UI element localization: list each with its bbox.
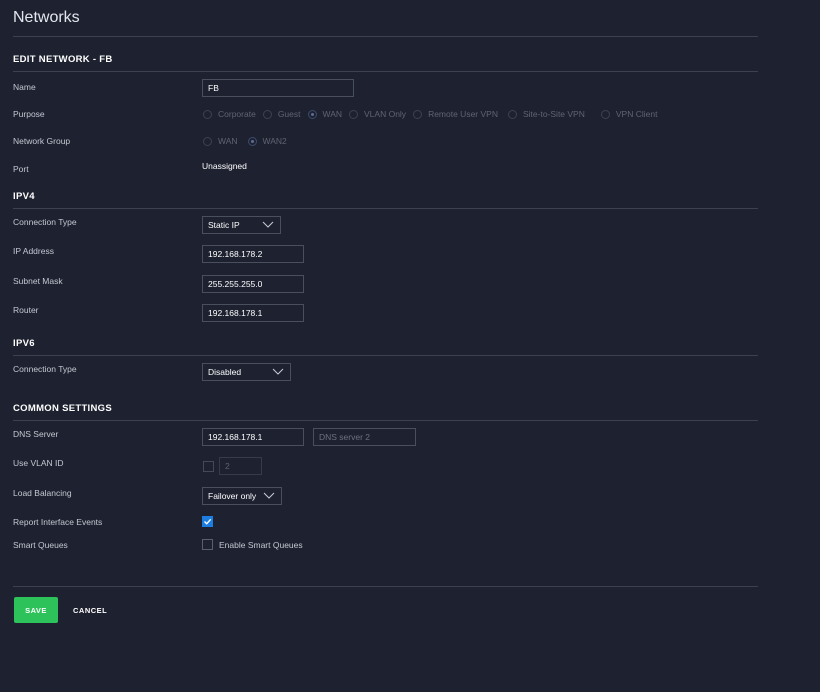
purpose-radio-site-to-site-vpn[interactable]: Site-to-Site VPN [507, 109, 585, 119]
ipv4-connection-type-label: Connection Type [13, 217, 77, 227]
subnet-mask-label: Subnet Mask [13, 276, 63, 286]
purpose-radio-vpn-client[interactable]: VPN Client [600, 109, 657, 119]
purpose-radio-guest[interactable]: Guest [262, 109, 301, 119]
divider [13, 420, 758, 421]
checkmark-icon [204, 518, 212, 525]
chevron-down-icon [263, 492, 275, 499]
ip-address-input[interactable]: 192.168.178.2 [202, 245, 304, 263]
cancel-button[interactable]: CANCEL [68, 597, 112, 623]
divider [13, 355, 758, 356]
section-heading-edit-network: EDIT NETWORK - FB [13, 54, 113, 65]
name-input[interactable]: FB [202, 79, 354, 97]
dns-server-label: DNS Server [13, 429, 59, 439]
report-interface-events-checkbox[interactable] [202, 516, 213, 527]
port-value: Unassigned [202, 161, 247, 171]
use-vlan-id-label: Use VLAN ID [13, 458, 64, 468]
ipv6-connection-type-label: Connection Type [13, 364, 77, 374]
page-title: Networks [13, 9, 80, 26]
subnet-mask-input[interactable]: 255.255.255.0 [202, 275, 304, 293]
purpose-radio-remote-user-vpn[interactable]: Remote User VPN [413, 109, 498, 119]
chevron-down-icon [262, 221, 274, 228]
network-group-radio-wan2[interactable]: WAN2 [247, 136, 287, 146]
purpose-label: Purpose [13, 109, 45, 119]
dns-server-1-input[interactable]: 192.168.178.1 [202, 428, 304, 446]
purpose-radio-group: Corporate Guest WAN VLAN Only Remote Use… [203, 109, 664, 119]
save-button[interactable]: SAVE [14, 597, 58, 623]
divider [13, 208, 758, 209]
network-group-radio-group: WAN WAN2 [203, 136, 294, 146]
ip-address-label: IP Address [13, 246, 54, 256]
vlan-id-input[interactable]: 2 [219, 457, 262, 475]
name-label: Name [13, 82, 36, 92]
ipv4-connection-type-select[interactable]: Static IP [202, 216, 281, 234]
use-vlan-id-checkbox[interactable] [203, 461, 214, 472]
load-balancing-label: Load Balancing [13, 488, 72, 498]
section-heading-ipv4: IPV4 [13, 191, 35, 202]
dns-server-2-input[interactable]: DNS server 2 [313, 428, 416, 446]
router-label: Router [13, 305, 39, 315]
smart-queues-label: Smart Queues [13, 540, 68, 550]
purpose-radio-wan[interactable]: WAN [307, 109, 342, 119]
divider [13, 71, 758, 72]
section-heading-ipv6: IPV6 [13, 338, 35, 349]
network-group-label: Network Group [13, 136, 71, 146]
network-group-radio-wan[interactable]: WAN [203, 136, 238, 146]
port-label: Port [13, 164, 29, 174]
divider [13, 36, 758, 37]
divider [13, 586, 758, 587]
ipv6-connection-type-select[interactable]: Disabled [202, 363, 291, 381]
purpose-radio-corporate[interactable]: Corporate [203, 109, 256, 119]
smart-queues-checkbox[interactable] [202, 539, 213, 550]
load-balancing-select[interactable]: Failover only [202, 487, 282, 505]
section-heading-common-settings: COMMON SETTINGS [13, 403, 112, 414]
smart-queues-checkbox-label[interactable]: Enable Smart Queues [219, 540, 303, 550]
purpose-radio-vlan-only[interactable]: VLAN Only [349, 109, 406, 119]
chevron-down-icon [272, 368, 284, 375]
report-interface-events-label: Report Interface Events [13, 517, 103, 527]
router-input[interactable]: 192.168.178.1 [202, 304, 304, 322]
